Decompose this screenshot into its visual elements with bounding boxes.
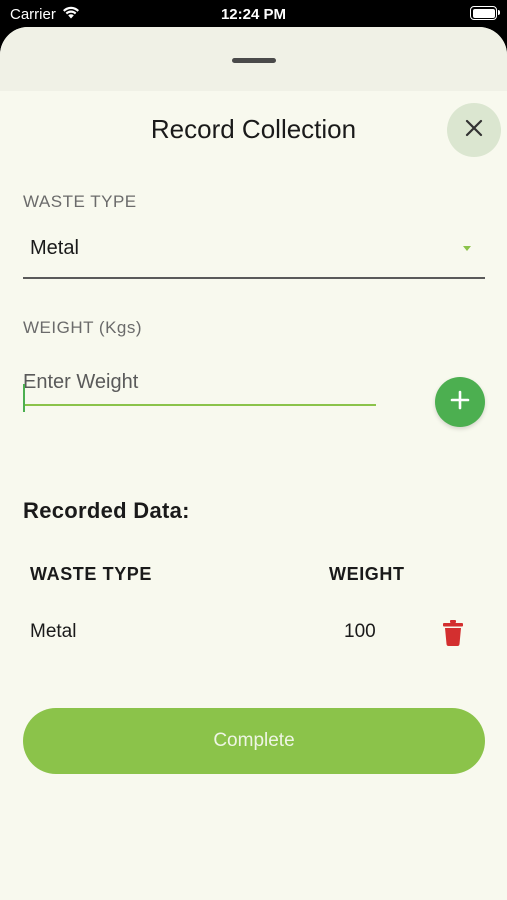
column-header-waste-type: WASTE TYPE [30, 564, 153, 584]
grab-handle[interactable] [232, 58, 276, 63]
battery-icon [470, 6, 500, 20]
waste-type-dropdown[interactable]: Metal [23, 227, 485, 279]
weight-label: WEIGHT (Kgs) [23, 318, 143, 337]
text-cursor [23, 384, 25, 412]
add-weight-button[interactable] [435, 377, 485, 427]
page-title: Record Collection [150, 114, 357, 144]
clock: 12:24 PM [220, 6, 287, 23]
waste-type-selected: Metal [30, 237, 79, 259]
record-collection-sheet: Record Collection WASTE TYPE Metal WEIGH… [0, 27, 507, 900]
row-waste-type: Metal [30, 621, 77, 642]
close-button[interactable] [447, 103, 501, 157]
close-icon [465, 119, 483, 142]
column-header-weight: WEIGHT [329, 564, 405, 584]
delete-row-button[interactable] [440, 619, 466, 651]
complete-button[interactable]: Complete [23, 708, 485, 774]
dropdown-arrow-icon [463, 246, 471, 251]
weight-field[interactable] [23, 358, 376, 412]
recorded-data-title: Recorded Data: [23, 498, 190, 523]
trash-icon [443, 619, 463, 651]
row-weight: 100 [344, 621, 376, 642]
plus-icon [450, 390, 470, 415]
waste-type-label: WASTE TYPE [23, 192, 137, 211]
weight-input[interactable] [23, 358, 376, 402]
